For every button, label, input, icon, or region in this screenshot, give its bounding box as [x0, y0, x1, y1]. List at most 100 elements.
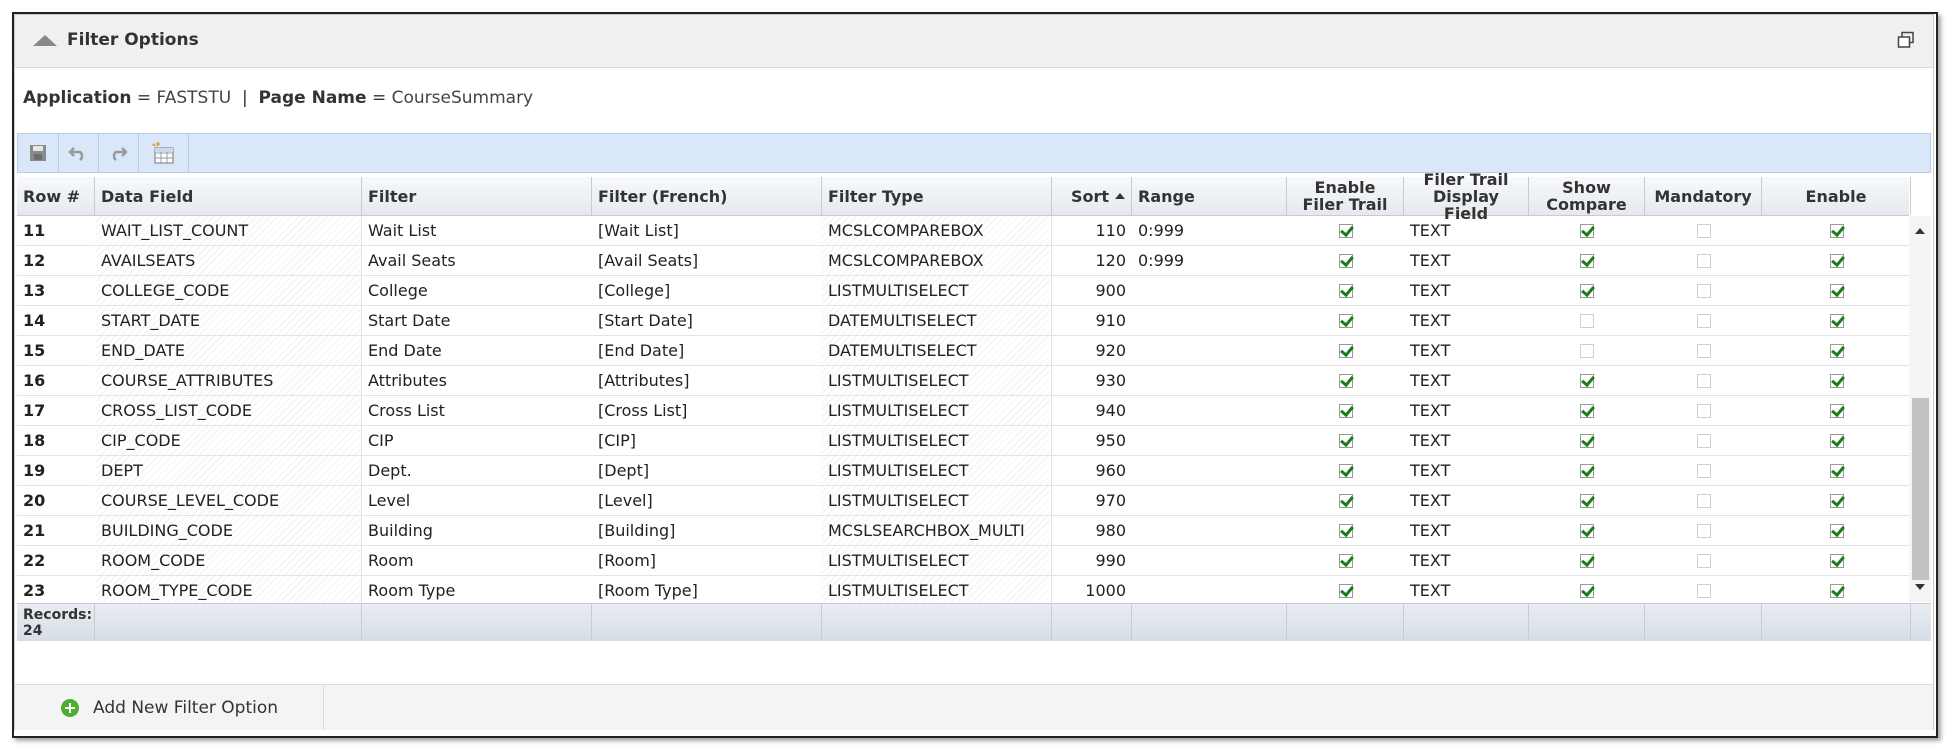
filter-type-cell[interactable]: LISTMULTISELECT: [822, 366, 1052, 395]
trail-display-cell[interactable]: TEXT: [1404, 576, 1529, 602]
data-field-cell[interactable]: WAIT_LIST_COUNT: [95, 216, 362, 245]
table-row[interactable]: 22 ROOM_CODE Room [Room] LISTMULTISELECT 990 T…: [17, 546, 1909, 576]
range-cell[interactable]: [1132, 546, 1287, 575]
checkbox-unchecked[interactable]: [1696, 223, 1711, 238]
checkbox-checked[interactable]: [1829, 433, 1844, 448]
filter-cell[interactable]: Dept.: [362, 456, 592, 485]
checkbox-checked[interactable]: [1580, 523, 1594, 538]
save-button[interactable]: [18, 134, 59, 172]
col-data-field[interactable]: Data Field: [95, 177, 362, 215]
checkbox-unchecked[interactable]: [1580, 313, 1594, 328]
sort-cell[interactable]: 970: [1052, 486, 1132, 515]
table-row[interactable]: 17 CROSS_LIST_CODE Cross List [Cross List] L…: [17, 396, 1909, 426]
range-cell[interactable]: [1132, 426, 1287, 455]
row-number-cell[interactable]: 19: [17, 456, 95, 485]
filter-type-cell[interactable]: MCSLCOMPAREBOX: [822, 216, 1052, 245]
data-field-cell[interactable]: END_DATE: [95, 336, 362, 365]
checkbox-checked[interactable]: [1580, 433, 1594, 448]
filter-french-cell[interactable]: [Building]: [592, 516, 822, 545]
scrollbar-thumb[interactable]: [1912, 398, 1929, 580]
filter-type-cell[interactable]: LISTMULTISELECT: [822, 576, 1052, 602]
row-number-cell[interactable]: 15: [17, 336, 95, 365]
checkbox-checked[interactable]: [1829, 523, 1844, 538]
checkbox-checked[interactable]: [1338, 313, 1353, 328]
trail-display-cell[interactable]: TEXT: [1404, 516, 1529, 545]
filter-type-cell[interactable]: LISTMULTISELECT: [822, 396, 1052, 425]
data-field-cell[interactable]: CIP_CODE: [95, 426, 362, 455]
checkbox-checked[interactable]: [1829, 343, 1844, 358]
checkbox-checked[interactable]: [1829, 283, 1844, 298]
range-cell[interactable]: [1132, 396, 1287, 425]
data-field-cell[interactable]: ROOM_TYPE_CODE: [95, 576, 362, 602]
data-field-cell[interactable]: BUILDING_CODE: [95, 516, 362, 545]
range-cell[interactable]: 0:999: [1132, 216, 1287, 245]
filter-cell[interactable]: Avail Seats: [362, 246, 592, 275]
row-number-cell[interactable]: 18: [17, 426, 95, 455]
sort-cell[interactable]: 900: [1052, 276, 1132, 305]
trail-display-cell[interactable]: TEXT: [1404, 276, 1529, 305]
scroll-down-icon[interactable]: [1915, 584, 1925, 590]
checkbox-unchecked[interactable]: [1696, 463, 1711, 478]
checkbox-checked[interactable]: [1338, 463, 1353, 478]
panel-header[interactable]: Filter Options: [15, 15, 1933, 68]
col-enable[interactable]: Enable: [1762, 177, 1911, 215]
data-field-cell[interactable]: DEPT: [95, 456, 362, 485]
checkbox-unchecked[interactable]: [1696, 253, 1711, 268]
checkbox-checked[interactable]: [1338, 373, 1353, 388]
trail-display-cell[interactable]: TEXT: [1404, 306, 1529, 335]
row-number-cell[interactable]: 14: [17, 306, 95, 335]
filter-french-cell[interactable]: [College]: [592, 276, 822, 305]
col-trail-display[interactable]: Filer Trail Display Field: [1404, 171, 1529, 222]
trail-display-cell[interactable]: TEXT: [1404, 366, 1529, 395]
filter-french-cell[interactable]: [Dept]: [592, 456, 822, 485]
checkbox-checked[interactable]: [1338, 223, 1353, 238]
sort-cell[interactable]: 920: [1052, 336, 1132, 365]
sort-cell[interactable]: 980: [1052, 516, 1132, 545]
checkbox-unchecked[interactable]: [1580, 343, 1594, 358]
checkbox-checked[interactable]: [1338, 403, 1353, 418]
filter-cell[interactable]: End Date: [362, 336, 592, 365]
filter-french-cell[interactable]: [Room]: [592, 546, 822, 575]
checkbox-checked[interactable]: [1829, 553, 1844, 568]
row-number-cell[interactable]: 12: [17, 246, 95, 275]
sort-cell[interactable]: 940: [1052, 396, 1132, 425]
data-field-cell[interactable]: COURSE_ATTRIBUTES: [95, 366, 362, 395]
table-row[interactable]: 11 WAIT_LIST_COUNT Wait List [Wait List] MCS…: [17, 216, 1909, 246]
filter-french-cell[interactable]: [Start Date]: [592, 306, 822, 335]
data-field-cell[interactable]: ROOM_CODE: [95, 546, 362, 575]
redo-button[interactable]: [98, 134, 139, 172]
trail-display-cell[interactable]: TEXT: [1404, 426, 1529, 455]
undo-button[interactable]: [58, 134, 99, 172]
checkbox-unchecked[interactable]: [1696, 283, 1711, 298]
filter-cell[interactable]: Start Date: [362, 306, 592, 335]
checkbox-unchecked[interactable]: [1696, 493, 1711, 508]
checkbox-checked[interactable]: [1829, 583, 1844, 598]
checkbox-checked[interactable]: [1829, 463, 1844, 478]
table-row[interactable]: 14 START_DATE Start Date [Start Date] DATEMU…: [17, 306, 1909, 336]
checkbox-checked[interactable]: [1580, 583, 1594, 598]
table-row[interactable]: 19 DEPT Dept. [Dept] LISTMULTISELECT 960 TEXT: [17, 456, 1909, 486]
sort-cell[interactable]: 910: [1052, 306, 1132, 335]
range-cell[interactable]: [1132, 336, 1287, 365]
col-enable-trail[interactable]: Enable Filer Trail: [1287, 177, 1404, 215]
filter-french-cell[interactable]: [Attributes]: [592, 366, 822, 395]
range-cell[interactable]: [1132, 276, 1287, 305]
filter-type-cell[interactable]: MCSLSEARCHBOX_MULTI: [822, 516, 1052, 545]
checkbox-unchecked[interactable]: [1696, 313, 1711, 328]
table-row[interactable]: 21 BUILDING_CODE Building [Building] MCSLSEA…: [17, 516, 1909, 546]
filter-french-cell[interactable]: [End Date]: [592, 336, 822, 365]
checkbox-checked[interactable]: [1580, 553, 1594, 568]
checkbox-checked[interactable]: [1829, 373, 1844, 388]
range-cell[interactable]: [1132, 456, 1287, 485]
filter-cell[interactable]: CIP: [362, 426, 592, 455]
popout-window-icon[interactable]: [1897, 31, 1915, 49]
row-number-cell[interactable]: 22: [17, 546, 95, 575]
filter-french-cell[interactable]: [Cross List]: [592, 396, 822, 425]
checkbox-checked[interactable]: [1580, 493, 1594, 508]
range-cell[interactable]: [1132, 486, 1287, 515]
row-number-cell[interactable]: 23: [17, 576, 95, 602]
checkbox-checked[interactable]: [1338, 553, 1353, 568]
checkbox-checked[interactable]: [1580, 373, 1594, 388]
filter-french-cell[interactable]: [Avail Seats]: [592, 246, 822, 275]
filter-cell[interactable]: College: [362, 276, 592, 305]
